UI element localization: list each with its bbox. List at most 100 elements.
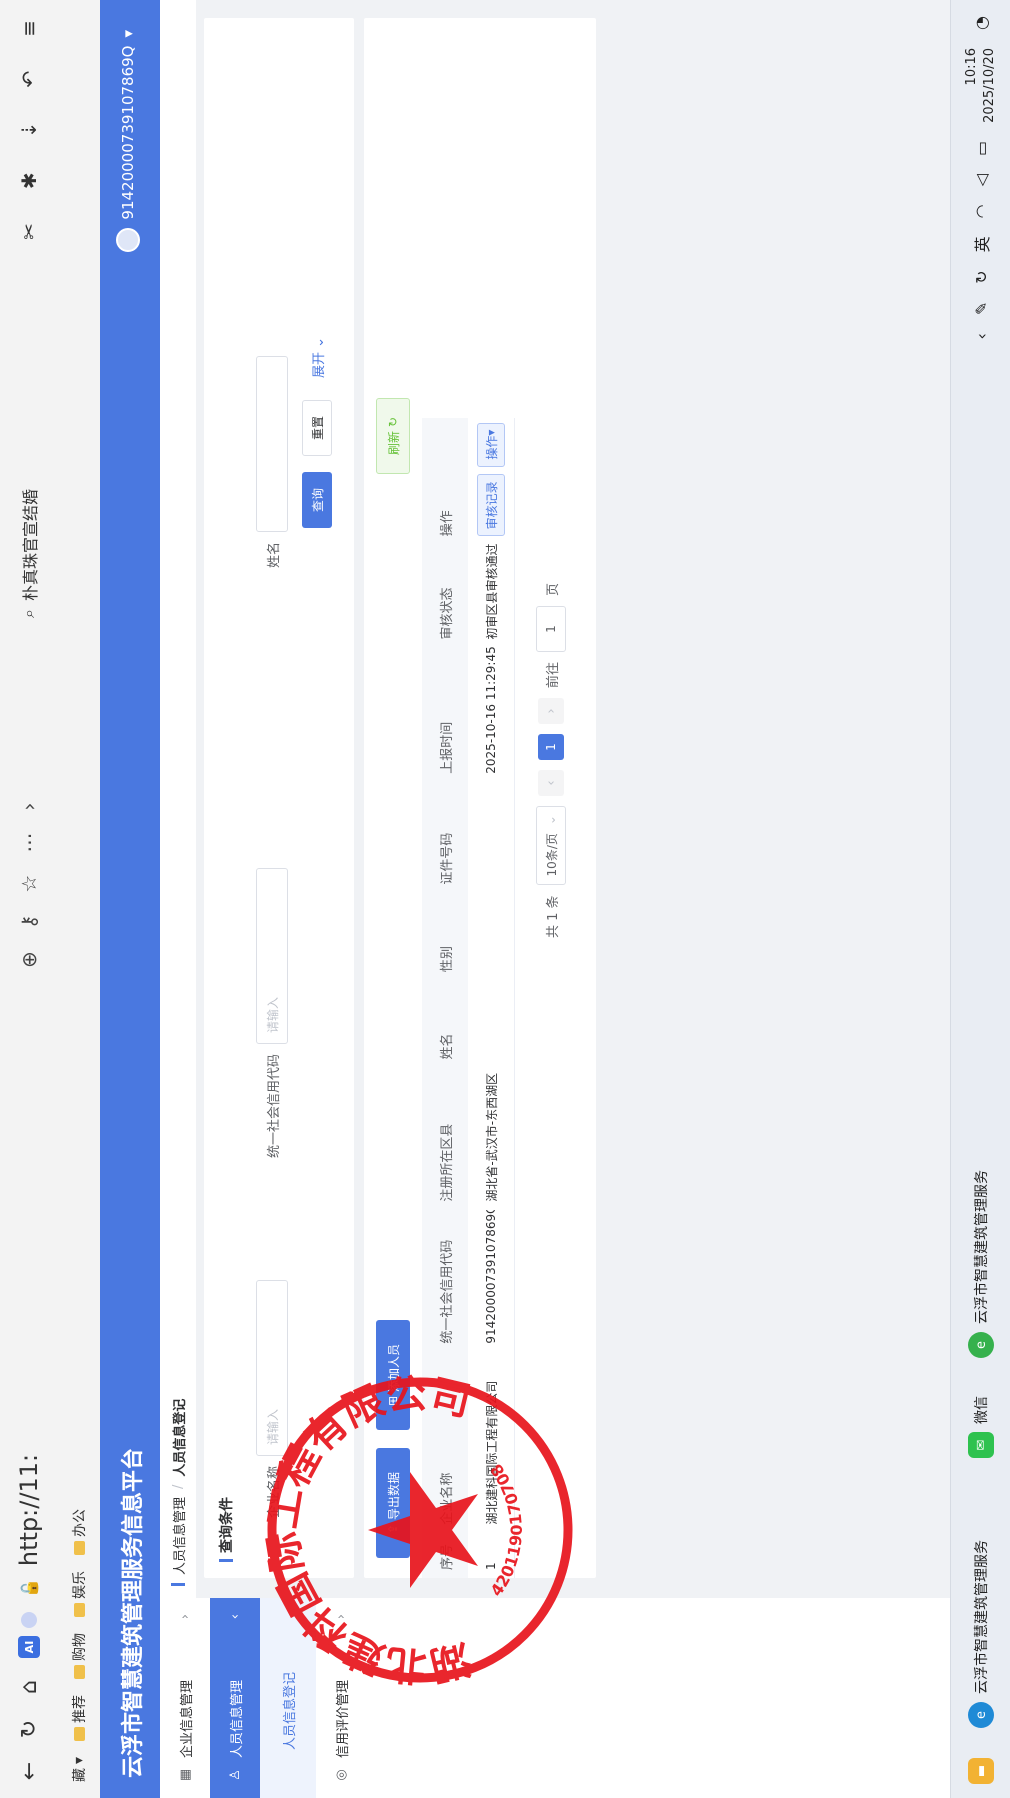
personnel-table: 序号 企业名称 统一社会信用代码 注册所在区县 姓名 性别 证件号码 上报时间 …	[422, 418, 515, 1578]
goto-page-input[interactable]: 1	[536, 606, 566, 653]
taskbar-edge[interactable]: e 云浮市智慧建筑管理服务	[959, 1540, 1003, 1728]
app-title: 云浮市智慧建筑管理服务信息平台	[121, 1447, 146, 1778]
audit-record-button[interactable]: 审核记录	[477, 474, 505, 537]
cell-company: 湖北建科国际工程有限公司	[484, 1380, 499, 1525]
title-marker	[219, 1559, 233, 1562]
col-district: 注册所在区县	[439, 1123, 455, 1202]
url-text[interactable]: http://11:	[15, 1454, 43, 1566]
goto-label: 前往	[545, 662, 561, 689]
col-company: 企业名称	[439, 1472, 455, 1525]
folder-icon	[73, 1602, 85, 1617]
system-tray: ‹ ✎ ↻ 英 ◠ ◁ ▭ 10:16 2025/10/20 ◔	[957, 16, 1005, 340]
table-panel: ⇪ 导出数据 ⊞ 添加人员 刷新 ↻ 序号 企业名称 统一社会信用代码 注册所在…	[364, 18, 596, 1578]
add-person-button[interactable]: ⊞ 添加人员	[376, 1320, 410, 1430]
col-actions: 操作	[439, 510, 455, 537]
key-icon[interactable]: ⚷	[17, 915, 41, 930]
extension-icon[interactable]: ✱	[17, 172, 41, 189]
chevron-down-icon: ⌄	[544, 815, 558, 826]
company-name-input[interactable]: 请输入	[256, 1279, 288, 1456]
page-number-current[interactable]: 1	[538, 734, 564, 761]
col-index: 序号	[439, 1543, 455, 1570]
user-id: 91420000739107869Q	[119, 45, 137, 220]
download-icon[interactable]: ⇣	[17, 122, 41, 139]
volume-icon[interactable]: ◁	[972, 174, 991, 186]
sidebar-item-personnel-register[interactable]: 人员信息登记	[260, 1598, 316, 1798]
search-suggestion[interactable]: ⌕ 朴真珠官宣结婚	[8, 489, 50, 618]
plus-icon: ⊞	[386, 1395, 400, 1407]
sidebar-item-label: 企业信息管理	[179, 1679, 195, 1758]
insecure-lock-icon[interactable]: 🔓	[20, 1578, 39, 1598]
chevron-right-icon: ›	[177, 1614, 193, 1620]
person-name-field: 姓名	[256, 355, 288, 568]
user-menu[interactable]: 91420000739107869Q ▾	[116, 30, 140, 252]
reset-button[interactable]: 重置	[302, 400, 332, 456]
wifi-icon[interactable]: ◠	[972, 204, 991, 218]
folder-icon	[73, 1540, 85, 1555]
caret-down-icon: ▾	[119, 30, 137, 38]
operation-dropdown[interactable]: 操作 ▾	[477, 422, 505, 467]
bookmarks-bar: 藏 ▾ 推荐 购物 娱乐 办公	[58, 0, 100, 1798]
sync-icon[interactable]: ↻	[972, 270, 991, 283]
star-icon[interactable]: ☆	[17, 875, 41, 893]
bookmark-folder-recommend[interactable]: 推荐	[69, 1695, 89, 1741]
query-button[interactable]: 查询	[302, 472, 332, 528]
ime-indicator[interactable]: 英	[969, 236, 993, 252]
export-button[interactable]: ⇪ 导出数据	[376, 1448, 410, 1558]
undo-icon[interactable]: ↶	[17, 71, 41, 88]
credit-code-input[interactable]: 请输入	[256, 867, 288, 1044]
prev-page-button[interactable]: ‹	[538, 770, 564, 797]
taskbar: ▬ e 云浮市智慧建筑管理服务 ✉ 微信 e 云浮市智慧建筑管理服务 ‹ ✎ ↻…	[950, 0, 1010, 1798]
person-name-label: 姓名	[266, 541, 282, 568]
more-icon[interactable]: ⋯	[17, 833, 41, 853]
breadcrumb-parent[interactable]: 人员信息管理	[169, 1497, 188, 1575]
sidebar: ▦ 企业信息管理 › ♙ 人员信息管理 ‹ 人员信息登记 ◎ 信用评价管理 ›	[160, 1598, 950, 1798]
chevron-right-icon: ›	[333, 1614, 349, 1620]
bookmark-folder-shopping[interactable]: 购物	[69, 1633, 89, 1679]
bookmark-folder-office[interactable]: 办公	[69, 1509, 89, 1555]
back-icon[interactable]: ←	[14, 1756, 44, 1786]
notification-bell-icon[interactable]: ◔	[972, 16, 991, 30]
breadcrumb: 人员信息管理 / 人员信息登记	[160, 0, 196, 1598]
credit-code-field: 统一社会信用代码 请输入	[256, 867, 288, 1158]
page-unit-label: 页	[545, 583, 561, 597]
forward-chevron-icon[interactable]: ›	[17, 803, 41, 811]
screen: ← ↻ ⌂ AI 🔓 http://11: ⊕ ⚷ ☆ ⋯ › ⌕ 朴真珠官宣结…	[0, 0, 1010, 1798]
cell-status: 初审区县审核通过	[484, 544, 499, 640]
tray-expand-icon[interactable]: ‹	[972, 333, 991, 339]
cell-index: 1	[484, 1562, 498, 1570]
company-name-field: 企业名称 请输入	[256, 1279, 288, 1518]
reload-icon[interactable]: ↻	[14, 1714, 44, 1744]
bookmark-folder-entertainment[interactable]: 娱乐	[69, 1571, 89, 1617]
person-name-input[interactable]	[256, 355, 288, 532]
site-dot-icon	[21, 1612, 37, 1628]
taskbar-wechat[interactable]: ✉ 微信	[959, 1396, 1003, 1458]
sidebar-item-credit-eval[interactable]: ◎ 信用评价管理 ›	[316, 1598, 366, 1798]
address-bar[interactable]: 🔓 http://11:	[8, 1454, 50, 1628]
next-page-button[interactable]: ›	[538, 698, 564, 725]
browser-toolbar: ← ↻ ⌂ AI 🔓 http://11: ⊕ ⚷ ☆ ⋯ › ⌕ 朴真珠官宣结…	[0, 0, 58, 1798]
home-icon[interactable]: ⌂	[14, 1672, 44, 1702]
menu-icon[interactable]: ≡	[17, 20, 41, 37]
clock[interactable]: 10:16 2025/10/20	[963, 48, 999, 123]
pagination: 共 1 条 10条/页 ⌄ ‹ 1 › 前往 1 页	[536, 583, 566, 938]
caret-down-icon: ▾	[484, 429, 498, 436]
page-size-select[interactable]: 10条/页 ⌄	[536, 806, 566, 886]
sidebar-item-label: 信用评价管理	[335, 1679, 351, 1758]
refresh-button[interactable]: 刷新 ↻	[376, 398, 410, 474]
ai-assistant-icon[interactable]: AI	[18, 1636, 40, 1658]
chevron-down-icon: ⌄	[312, 336, 327, 348]
app-icon: e	[968, 1332, 994, 1358]
zoom-icon[interactable]: ⊕	[17, 951, 41, 968]
scissors-icon[interactable]: ✂	[17, 223, 41, 240]
taskbar-app[interactable]: e 云浮市智慧建筑管理服务	[959, 1170, 1003, 1358]
sidebar-item-personnel-info[interactable]: ♙ 人员信息管理 ‹	[210, 1598, 260, 1798]
refresh-icon: ↻	[386, 416, 400, 428]
folder-icon	[73, 1664, 85, 1679]
expand-button[interactable]: 展开 ⌄	[308, 337, 327, 378]
wechat-icon: ✉	[968, 1432, 994, 1458]
battery-icon[interactable]: ▭	[972, 141, 991, 156]
sidebar-item-company-info[interactable]: ▦ 企业信息管理 ›	[160, 1598, 210, 1798]
edge-browser-icon: e	[968, 1702, 994, 1728]
pen-icon[interactable]: ✎	[972, 302, 991, 315]
taskbar-files[interactable]: ▬	[959, 1758, 1003, 1784]
